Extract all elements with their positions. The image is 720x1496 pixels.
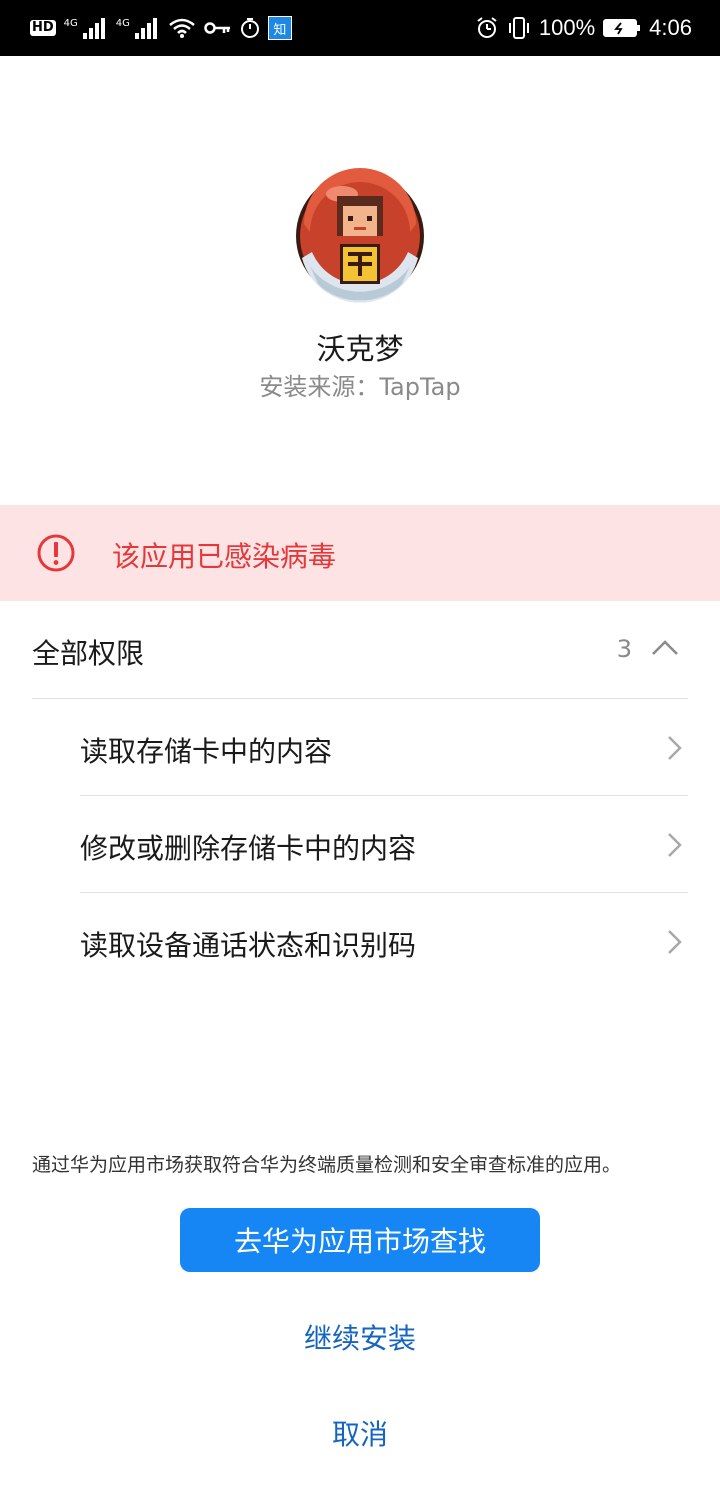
permissions-header[interactable]: 全部权限 3 [0, 602, 720, 698]
vibrate-icon [508, 17, 529, 39]
permissions-count: 3 [616, 635, 632, 663]
key-icon [204, 22, 230, 34]
permissions-title: 全部权限 [32, 637, 145, 670]
permission-label: 读取设备通话状态和识别码 [80, 929, 417, 962]
permission-item-modify-storage[interactable]: 修改或删除存储卡中的内容 [80, 796, 720, 893]
signal-icon [82, 18, 105, 39]
app-icon [296, 168, 424, 303]
install-source: 安装来源：TapTap [259, 373, 461, 401]
network-type-label: 4G [63, 17, 78, 29]
virus-warning-banner: 该应用已感染病毒 [0, 505, 720, 601]
chevron-right-icon [668, 930, 682, 954]
wifi-icon [169, 18, 195, 38]
hd-icon: HD [30, 20, 56, 36]
network-type-label: 4G [115, 17, 130, 29]
chevron-right-icon [668, 833, 682, 857]
app-market-note: 通过华为应用市场获取符合华为终端质量检测和安全审查标准的应用。 [32, 1154, 622, 1176]
warning-text: 该应用已感染病毒 [112, 540, 337, 573]
status-bar-left: HD 4G 4G 知 [30, 12, 292, 44]
continue-install-button[interactable]: 继续安装 [210, 1307, 510, 1367]
status-bar-right: 100% 4:06 [475, 12, 692, 44]
permission-label: 读取存储卡中的内容 [80, 735, 333, 768]
timer-icon [240, 18, 259, 38]
clock: 4:06 [649, 15, 692, 40]
signal-icon [134, 18, 157, 39]
permission-label: 修改或删除存储卡中的内容 [80, 832, 417, 865]
chevron-up-icon[interactable] [650, 636, 680, 660]
chevron-right-icon [668, 736, 682, 760]
permission-item-read-storage[interactable]: 读取存储卡中的内容 [80, 699, 720, 796]
cancel-button[interactable]: 取消 [210, 1403, 510, 1463]
install-screen: HD 4G 4G 知 100% 4:06 沃克梦 安装来源：TapTap 该应用… [0, 0, 720, 1496]
permission-item-phone-state[interactable]: 读取设备通话状态和识别码 [80, 893, 720, 990]
exclamation-circle-icon [37, 534, 75, 572]
app-name: 沃克梦 [316, 332, 404, 366]
battery-percent: 100% [538, 15, 596, 40]
status-bar: HD 4G 4G 知 100% 4:06 [0, 0, 720, 56]
battery-icon [603, 19, 641, 37]
alarm-icon [477, 17, 497, 38]
go-to-app-market-button[interactable]: 去华为应用市场查找 [180, 1208, 540, 1272]
zhihu-app-icon: 知 [267, 16, 292, 40]
